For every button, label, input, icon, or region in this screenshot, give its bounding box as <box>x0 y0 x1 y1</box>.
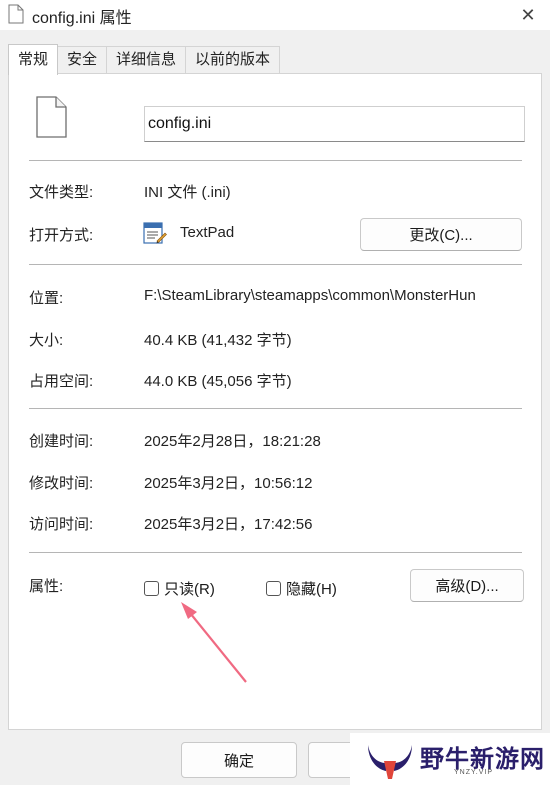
hidden-label: 隐藏(H) <box>286 581 337 598</box>
tab-previous-versions[interactable]: 以前的版本 <box>185 46 281 74</box>
bull-horns-logo <box>368 745 412 779</box>
tab-security[interactable]: 安全 <box>57 46 108 74</box>
accessed-value: 2025年3月2日，17:42:56 <box>144 516 313 533</box>
created-label: 创建时间: <box>29 433 94 450</box>
attributes-label: 属性: <box>29 578 64 595</box>
readonly-option[interactable]: 只读(R) <box>144 578 215 599</box>
hidden-checkbox[interactable] <box>266 581 281 596</box>
close-icon: ✕ <box>520 4 536 25</box>
readonly-checkbox[interactable] <box>144 581 159 596</box>
watermark-subtext: YNZY.VIP <box>454 769 493 776</box>
general-panel: 文件类型: INI 文件 (.ini) 打开方式: TextPad 更改(C).… <box>8 73 542 730</box>
tab-general[interactable]: 常规 <box>8 44 59 75</box>
accessed-label: 访问时间: <box>29 516 94 533</box>
location-label: 位置: <box>29 290 64 307</box>
tab-strip: 常规 安全 详细信息 以前的版本 <box>8 44 281 75</box>
open-with-label: 打开方式: <box>29 227 94 244</box>
change-button[interactable]: 更改(C)... <box>360 218 522 251</box>
file-type-value: INI 文件 (.ini) <box>144 184 231 201</box>
location-value: F:\SteamLibrary\steamapps\common\Monster… <box>144 287 476 304</box>
size-on-disk-value: 44.0 KB (45,056 字节) <box>144 373 292 390</box>
close-button[interactable]: ✕ <box>506 0 550 30</box>
title-bar: config.ini 属性 ✕ <box>0 0 550 30</box>
file-name-input[interactable] <box>144 106 525 142</box>
created-value: 2025年2月28日，18:21:28 <box>144 433 321 450</box>
divider <box>29 264 522 265</box>
advanced-button[interactable]: 高级(D)... <box>410 569 524 602</box>
file-icon <box>8 4 24 24</box>
hidden-option[interactable]: 隐藏(H) <box>266 578 337 599</box>
readonly-label: 只读(R) <box>164 581 215 598</box>
modified-value: 2025年3月2日，10:56:12 <box>144 475 313 492</box>
window-title: config.ini 属性 <box>32 10 132 27</box>
size-on-disk-label: 占用空间: <box>29 373 94 390</box>
watermark: 野牛新游网 YNZY.VIP <box>350 733 550 785</box>
size-label: 大小: <box>29 332 64 349</box>
divider <box>29 160 522 161</box>
divider <box>29 552 522 553</box>
tab-details[interactable]: 详细信息 <box>106 46 187 74</box>
file-type-label: 文件类型: <box>29 184 94 201</box>
modified-label: 修改时间: <box>29 475 94 492</box>
ok-button[interactable]: 确定 <box>181 742 297 778</box>
open-with-value: TextPad <box>180 224 235 241</box>
file-icon <box>36 96 67 138</box>
textpad-icon <box>143 222 167 244</box>
size-value: 40.4 KB (41,432 字节) <box>144 332 292 349</box>
divider <box>29 408 522 409</box>
